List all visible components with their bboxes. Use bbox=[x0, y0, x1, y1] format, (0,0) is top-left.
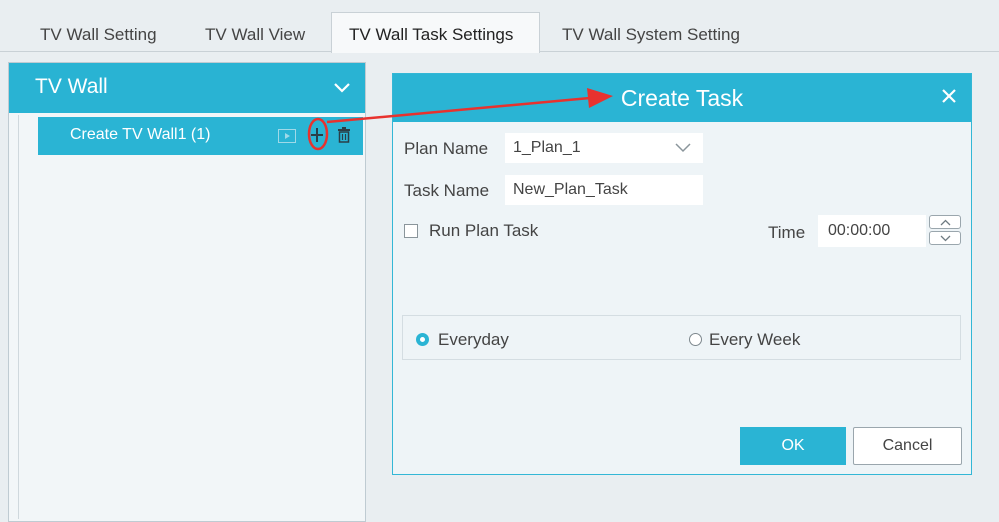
plan-name-label: Plan Name bbox=[404, 139, 489, 158]
dialog-title: Create Task bbox=[620, 85, 744, 111]
add-icon[interactable] bbox=[309, 126, 325, 144]
time-label: Time bbox=[768, 223, 806, 242]
task-name-label: Task Name bbox=[404, 181, 490, 200]
time-decrement-button[interactable] bbox=[929, 231, 961, 245]
everyday-label: Everyday bbox=[438, 330, 509, 349]
every-week-label: Every Week bbox=[709, 330, 801, 349]
tv-wall-panel-header[interactable]: TV Wall bbox=[9, 63, 365, 113]
cancel-button[interactable]: Cancel bbox=[853, 427, 962, 465]
chevron-up-icon bbox=[940, 219, 951, 226]
run-plan-task-label: Run Plan Task bbox=[429, 221, 539, 240]
close-icon[interactable] bbox=[939, 86, 959, 106]
tab-tv-wall-task-settings[interactable]: TV Wall Task Settings bbox=[331, 12, 540, 53]
tv-wall-panel-title: TV Wall bbox=[35, 75, 108, 98]
time-increment-button[interactable] bbox=[929, 215, 961, 229]
task-name-input[interactable]: New_Plan_Task bbox=[505, 175, 703, 205]
delete-icon[interactable] bbox=[337, 127, 351, 143]
time-spinner bbox=[929, 215, 961, 245]
dialog-header: Create Task bbox=[393, 74, 971, 122]
tab-bar: TV Wall Setting TV Wall View TV Wall Tas… bbox=[0, 0, 999, 53]
chevron-down-icon bbox=[940, 235, 951, 242]
run-plan-task-checkbox[interactable] bbox=[404, 224, 418, 238]
tab-tv-wall-system-setting[interactable]: TV Wall System Setting bbox=[562, 20, 740, 50]
tab-tv-wall-view[interactable]: TV Wall View bbox=[205, 20, 305, 50]
chevron-down-icon[interactable] bbox=[333, 82, 351, 94]
tv-wall-panel: TV Wall Create TV Wall1 (1) bbox=[8, 62, 366, 522]
tree-item-label: Create TV Wall1 (1) bbox=[70, 126, 211, 143]
everyday-radio[interactable] bbox=[416, 333, 429, 346]
ok-button[interactable]: OK bbox=[740, 427, 846, 465]
play-icon[interactable] bbox=[278, 129, 296, 143]
plan-name-value: 1_Plan_1 bbox=[513, 139, 581, 156]
tree-item-tv-wall[interactable]: Create TV Wall1 (1) bbox=[38, 117, 363, 155]
tree-guide-line bbox=[18, 115, 19, 519]
chevron-down-icon[interactable] bbox=[675, 143, 691, 153]
tab-tv-wall-setting[interactable]: TV Wall Setting bbox=[40, 20, 157, 50]
every-week-radio[interactable] bbox=[689, 333, 702, 346]
time-input[interactable]: 00:00:00 bbox=[818, 215, 926, 247]
plan-name-select[interactable]: 1_Plan_1 bbox=[505, 133, 703, 163]
